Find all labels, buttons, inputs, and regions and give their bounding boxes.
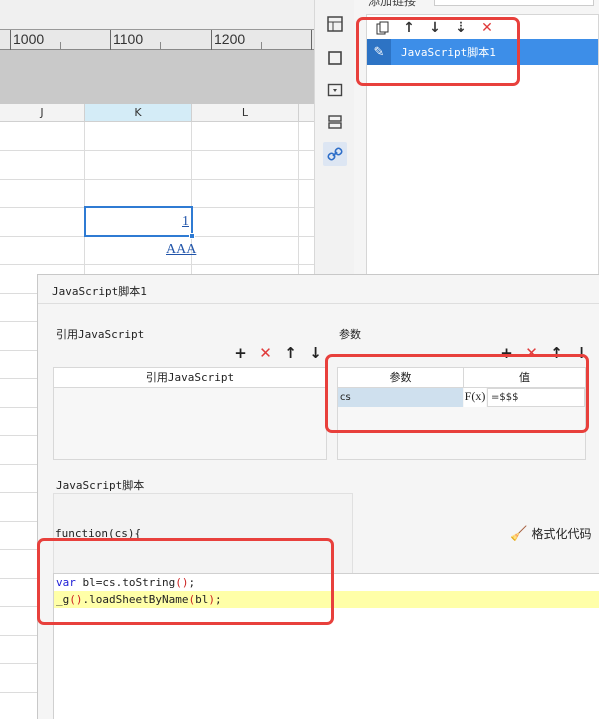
ruler-label-1000: 1000 [13, 31, 45, 47]
add-icon[interactable]: + [232, 344, 249, 362]
format-code-button[interactable]: 🧹 格式化代码 [510, 525, 591, 542]
app-window: 1000 1100 1200 J K L 1 AAA 添加链接 ↑ ↓ ⇣ ✕ … [0, 0, 599, 719]
annotation-box-params [325, 354, 589, 433]
ruler-tick [10, 30, 11, 50]
ref-section-label: 引用JavaScript [56, 328, 145, 341]
hyperlink-icon[interactable] [323, 142, 347, 166]
grid-line [0, 293, 37, 294]
ruler-strip [0, 30, 314, 50]
grid-line [0, 150, 314, 151]
dropdown-widget-icon[interactable] [323, 78, 347, 102]
ruler-area: 1000 1100 1200 [0, 0, 314, 104]
grid-line [0, 264, 314, 265]
script-section-label: JavaScript脚本 [56, 479, 145, 492]
annotation-box-link-list [356, 17, 520, 86]
fill-handle[interactable] [189, 233, 195, 239]
selected-cell-k[interactable]: 1 [84, 206, 195, 239]
divider [38, 303, 599, 304]
cell-value: 1 [182, 214, 189, 229]
ref-js-table[interactable]: 引用JavaScript [53, 367, 327, 460]
ruler-top-bar [0, 0, 314, 30]
add-link-label: 添加链接 [368, 0, 417, 8]
grid-line [0, 378, 37, 379]
arrow-down-icon[interactable]: ↓ [307, 344, 324, 362]
ruler-tick [110, 30, 111, 50]
add-link-field[interactable] [434, 0, 594, 6]
arrow-up-icon[interactable]: ↑ [282, 344, 299, 362]
column-header-l[interactable]: L [192, 104, 299, 122]
grid-line [0, 606, 37, 607]
ruler-tick [261, 42, 262, 50]
grid-line [0, 464, 37, 465]
annotation-box-code [37, 538, 334, 625]
grid-line [0, 407, 37, 408]
column-header-k[interactable]: K [85, 104, 192, 122]
condition-icon[interactable] [323, 110, 347, 134]
grid-line [0, 635, 37, 636]
param-section-label: 参数 [339, 328, 361, 341]
grid-line [0, 692, 37, 693]
format-code-label: 格式化代码 [531, 527, 592, 541]
cell-attributes-icon[interactable] [323, 12, 347, 36]
cell-hyperlink[interactable]: AAA [166, 242, 196, 258]
ruler-tick [211, 30, 212, 50]
dialog-title: JavaScript脚本1 [52, 285, 147, 298]
column-header-j[interactable]: J [0, 104, 85, 122]
ruler-tick [60, 42, 61, 50]
ruler-label-1100: 1100 [113, 31, 144, 47]
widget-icon[interactable] [323, 46, 347, 70]
grid-line [0, 549, 37, 550]
grid-line [0, 663, 37, 664]
grid-line [0, 179, 314, 180]
ruler-label-1200: 1200 [214, 31, 246, 47]
ruler-tick [160, 42, 161, 50]
grid-line [0, 435, 37, 436]
grid-line [0, 521, 37, 522]
grid-line [0, 321, 37, 322]
ruler-tick [311, 30, 312, 50]
ref-column-header: 引用JavaScript [54, 368, 326, 388]
column-header-extra [299, 104, 314, 122]
grid-line [0, 350, 37, 351]
broom-icon: 🧹 [510, 525, 528, 542]
grid-line [0, 492, 37, 493]
javascript-dialog: JavaScript脚本1 引用JavaScript + ✕ ↑ ↓ 引用Jav… [37, 274, 599, 719]
ref-toolbar: + ✕ ↑ ↓ [232, 344, 324, 362]
delete-icon[interactable]: ✕ [257, 344, 274, 362]
grid-line [0, 578, 37, 579]
